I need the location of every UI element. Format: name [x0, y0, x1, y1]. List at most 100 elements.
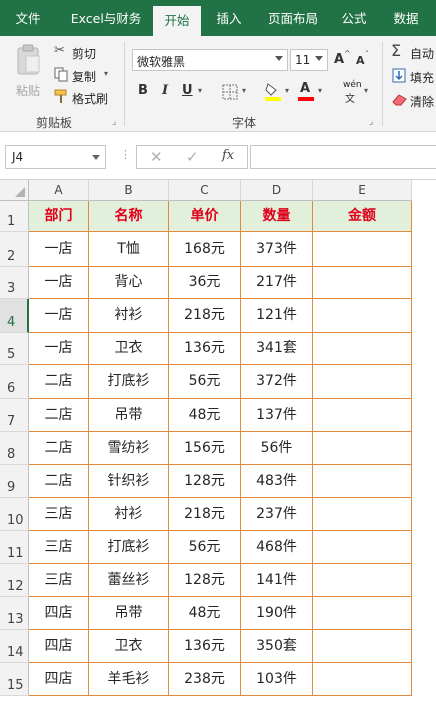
font-name-select[interactable]: 微软雅黑: [132, 49, 288, 71]
table-cell[interactable]: 吊带: [89, 597, 169, 630]
table-cell[interactable]: 217件: [241, 267, 313, 299]
tab-page-layout[interactable]: 页面布局: [258, 0, 328, 36]
table-cell[interactable]: 吊带: [89, 399, 169, 432]
font-color-button[interactable]: A: [297, 81, 315, 101]
column-header-D[interactable]: D: [241, 180, 313, 201]
clear-button[interactable]: 清除: [390, 90, 436, 110]
row-header-11[interactable]: 11: [0, 531, 29, 564]
paste-button[interactable]: 粘贴: [8, 42, 48, 106]
row-header-12[interactable]: 12: [0, 564, 29, 597]
table-cell[interactable]: [313, 498, 412, 531]
table-cell[interactable]: 121件: [241, 299, 313, 333]
table-cell[interactable]: 373件: [241, 232, 313, 267]
table-cell[interactable]: 四店: [29, 597, 89, 630]
table-cell[interactable]: 168元: [169, 232, 241, 267]
table-cell[interactable]: 二店: [29, 399, 89, 432]
table-cell[interactable]: 卫衣: [89, 630, 169, 663]
table-cell[interactable]: 四店: [29, 630, 89, 663]
table-cell[interactable]: 一店: [29, 333, 89, 365]
table-cell[interactable]: 128元: [169, 564, 241, 597]
chevron-down-icon[interactable]: ▾: [198, 86, 202, 95]
font-size-select[interactable]: 11: [290, 49, 328, 71]
tab-formulas[interactable]: 公式: [334, 0, 374, 36]
italic-button[interactable]: I: [162, 83, 168, 98]
table-cell[interactable]: [313, 299, 412, 333]
header-cell[interactable]: 部门: [29, 201, 89, 232]
cancel-icon[interactable]: ✕: [150, 148, 163, 166]
table-cell[interactable]: 350套: [241, 630, 313, 663]
table-cell[interactable]: 141件: [241, 564, 313, 597]
name-box[interactable]: J4: [5, 145, 106, 169]
row-header-7[interactable]: 7: [0, 399, 29, 432]
shrink-font-button[interactable]: A ˇ: [356, 50, 374, 70]
insert-function-icon[interactable]: fx: [222, 148, 234, 163]
row-header-5[interactable]: 5: [0, 333, 29, 365]
table-cell[interactable]: 打底衫: [89, 531, 169, 564]
row-header-15[interactable]: 15: [0, 663, 29, 696]
table-cell[interactable]: 237件: [241, 498, 313, 531]
table-cell[interactable]: 四店: [29, 663, 89, 696]
fill-button[interactable]: 填充: [390, 66, 436, 86]
table-cell[interactable]: 背心: [89, 267, 169, 299]
row-header-3[interactable]: 3: [0, 267, 29, 299]
row-header-13[interactable]: 13: [0, 597, 29, 630]
table-cell[interactable]: 48元: [169, 399, 241, 432]
table-cell[interactable]: 一店: [29, 232, 89, 267]
copy-button[interactable]: 复制 ▾: [52, 66, 112, 84]
table-cell[interactable]: 二店: [29, 465, 89, 498]
underline-button[interactable]: U: [182, 83, 193, 98]
table-cell[interactable]: [313, 267, 412, 299]
row-header-6[interactable]: 6: [0, 365, 29, 399]
table-cell[interactable]: 三店: [29, 564, 89, 597]
table-cell[interactable]: 341套: [241, 333, 313, 365]
table-cell[interactable]: 483件: [241, 465, 313, 498]
row-header-4[interactable]: 4: [0, 299, 29, 333]
fill-color-icon[interactable]: [264, 82, 282, 102]
row-header-9[interactable]: 9: [0, 465, 29, 498]
tab-home[interactable]: 开始: [153, 6, 201, 36]
row-header-8[interactable]: 8: [0, 432, 29, 465]
column-header-C[interactable]: C: [169, 180, 241, 201]
table-cell[interactable]: 372件: [241, 365, 313, 399]
column-header-E[interactable]: E: [313, 180, 412, 201]
header-cell[interactable]: 数量: [241, 201, 313, 232]
cut-button[interactable]: ✂ 剪切: [52, 43, 112, 62]
grow-font-button[interactable]: A ^: [334, 49, 352, 70]
row-header-10[interactable]: 10: [0, 498, 29, 531]
table-cell[interactable]: 二店: [29, 432, 89, 465]
table-cell[interactable]: 103件: [241, 663, 313, 696]
chevron-down-icon[interactable]: ▾: [318, 86, 322, 95]
enter-check-icon[interactable]: ✓: [186, 148, 199, 166]
table-cell[interactable]: T恤: [89, 232, 169, 267]
table-cell[interactable]: 蕾丝衫: [89, 564, 169, 597]
table-cell[interactable]: [313, 232, 412, 267]
table-cell[interactable]: 三店: [29, 531, 89, 564]
select-all-button[interactable]: [0, 180, 29, 201]
chevron-down-icon[interactable]: ▾: [364, 86, 368, 95]
table-cell[interactable]: [313, 663, 412, 696]
table-cell[interactable]: 三店: [29, 498, 89, 531]
table-cell[interactable]: 二店: [29, 365, 89, 399]
table-cell[interactable]: 238元: [169, 663, 241, 696]
chevron-down-icon[interactable]: ▾: [285, 86, 289, 95]
clipboard-launcher-icon[interactable]: ⌟: [112, 117, 116, 127]
table-cell[interactable]: [313, 630, 412, 663]
table-cell[interactable]: 218元: [169, 299, 241, 333]
table-cell[interactable]: 56元: [169, 531, 241, 564]
table-cell[interactable]: 一店: [29, 299, 89, 333]
table-cell[interactable]: 卫衣: [89, 333, 169, 365]
table-cell[interactable]: 衬衫: [89, 299, 169, 333]
formula-input[interactable]: [250, 145, 436, 169]
borders-icon[interactable]: [222, 84, 238, 100]
table-cell[interactable]: 雪纺衫: [89, 432, 169, 465]
bold-button[interactable]: B: [138, 83, 148, 98]
table-cell[interactable]: 56件: [241, 432, 313, 465]
table-cell[interactable]: [313, 564, 412, 597]
tab-excel-finance[interactable]: Excel与财务: [64, 0, 148, 36]
table-cell[interactable]: [313, 531, 412, 564]
table-cell[interactable]: 136元: [169, 630, 241, 663]
format-painter-button[interactable]: 格式刷: [52, 88, 114, 106]
table-cell[interactable]: 36元: [169, 267, 241, 299]
table-cell[interactable]: 137件: [241, 399, 313, 432]
table-cell[interactable]: 一店: [29, 267, 89, 299]
